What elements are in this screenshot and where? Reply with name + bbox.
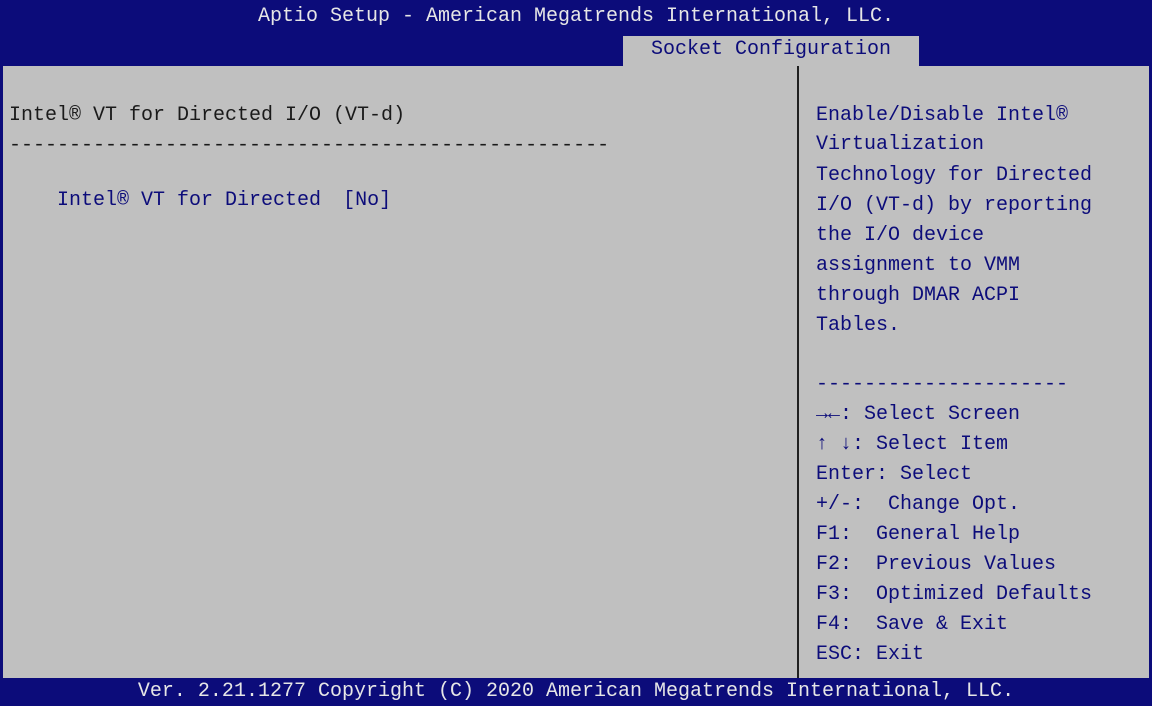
key-hint-select-screen: →←: Select Screen bbox=[816, 403, 1021, 426]
version-footer: Ver. 2.21.1277 Copyright (C) 2020 Americ… bbox=[0, 678, 1152, 706]
help-text-line: Enable/Disable Intel® bbox=[816, 104, 1069, 127]
help-text-line: through DMAR ACPI bbox=[816, 284, 1021, 307]
help-text-line: the I/O device bbox=[816, 224, 985, 247]
setting-label: Intel® VT for Directed bbox=[57, 189, 322, 212]
app-title: Aptio Setup - American Megatrends Intern… bbox=[257, 5, 895, 28]
title-bar: Aptio Setup - American Megatrends Intern… bbox=[0, 0, 1152, 66]
key-hint-f1: F1: General Help bbox=[816, 523, 1021, 546]
tab-socket-configuration[interactable]: Socket Configuration bbox=[623, 36, 919, 66]
help-text-line: Virtualization bbox=[816, 133, 985, 156]
help-text-line: assignment to VMM bbox=[816, 254, 1021, 277]
help-text-line: Technology for Directed bbox=[816, 164, 1093, 187]
help-text-line: I/O (VT-d) by reporting bbox=[816, 194, 1093, 217]
help-panel: Enable/Disable Intel® Virtualization Tec… bbox=[799, 66, 1152, 678]
key-hint-enter: Enter: Select bbox=[816, 463, 973, 486]
key-hint-f4: F4: Save & Exit bbox=[816, 613, 1009, 636]
key-hint-change-opt: +/-: Change Opt. bbox=[816, 493, 1021, 516]
help-text-line: Tables. bbox=[816, 314, 901, 337]
main-panel: Intel® VT for Directed I/O (VT-d) ------… bbox=[0, 66, 798, 678]
section-separator: ----------------------------------------… bbox=[9, 134, 610, 157]
setting-intel-vt-d[interactable]: Intel® VT for Directed [No] bbox=[9, 162, 391, 240]
section-title: Intel® VT for Directed I/O (VT-d) bbox=[9, 104, 406, 127]
key-hint-f3: F3: Optimized Defaults bbox=[816, 583, 1093, 606]
key-hint-select-item: ↑ ↓: Select Item bbox=[816, 433, 1009, 456]
setting-value[interactable]: [No] bbox=[343, 189, 391, 212]
help-separator: --------------------- bbox=[816, 373, 1069, 396]
key-hint-f2: F2: Previous Values bbox=[816, 553, 1057, 576]
key-hint-esc: ESC: Exit bbox=[816, 643, 925, 666]
